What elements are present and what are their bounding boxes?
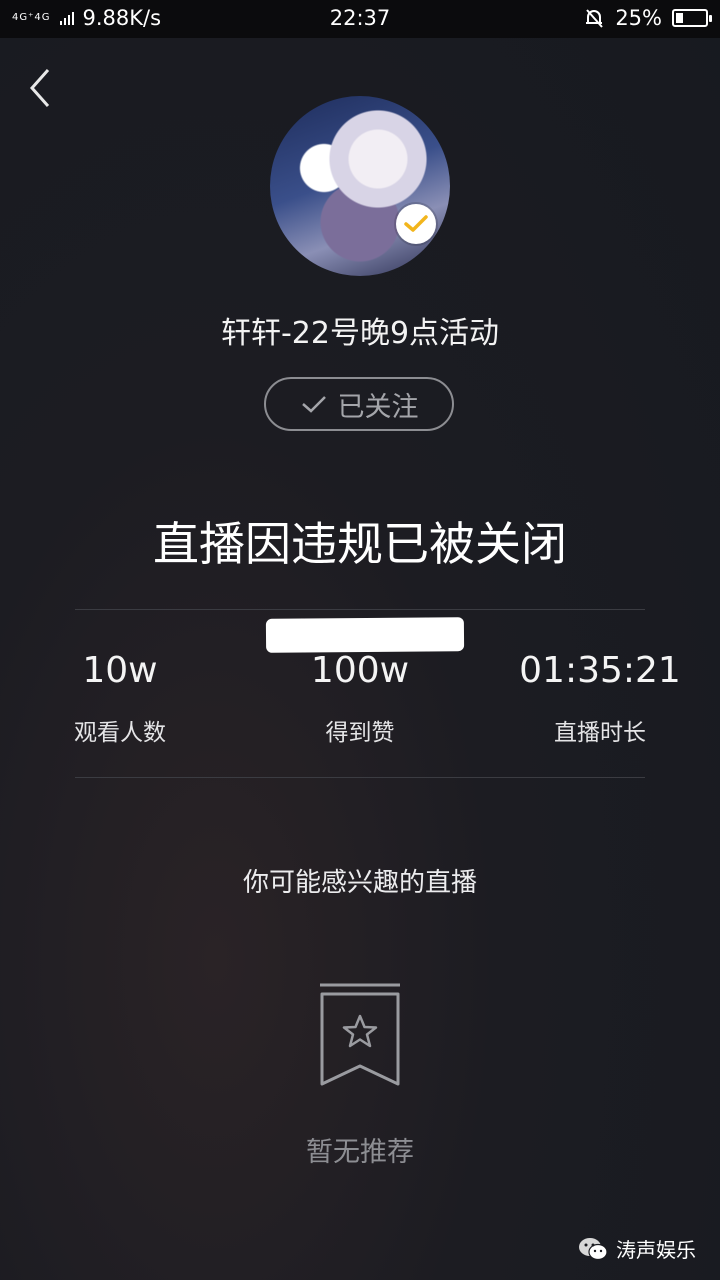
- stat-label: 得到赞: [325, 720, 395, 746]
- stats-divider-top: [75, 609, 645, 610]
- stat-value: 10w: [82, 650, 158, 691]
- wechat-icon: [579, 1237, 608, 1260]
- no-recommendations-text: 暂无推荐: [306, 1137, 414, 1168]
- stat-label: 观看人数: [74, 720, 166, 746]
- battery-fill: [676, 13, 683, 23]
- check-badge-icon: [404, 215, 428, 232]
- bell-off-icon: [586, 9, 604, 28]
- redaction-mark: [265, 617, 465, 653]
- status-bar: 4G⁺4G 9.88K/s 22:37 25%: [0, 0, 720, 38]
- status-right: 25%: [583, 6, 712, 30]
- streamer-avatar[interactable]: [270, 96, 450, 276]
- stat-label: 直播时长: [554, 720, 646, 746]
- stat-duration: 01:35:21 直播时长: [480, 650, 720, 747]
- chevron-left-icon: [29, 69, 50, 107]
- stats-divider-bottom: [75, 777, 645, 778]
- stat-value: 100w: [310, 650, 410, 691]
- stat-value: 01:35:21: [519, 650, 681, 691]
- recommendations-title: 你可能感兴趣的直播: [242, 868, 477, 898]
- followed-button[interactable]: 已关注: [264, 377, 454, 431]
- verified-badge: [396, 204, 436, 244]
- stat-likes: 100w 得到赞: [240, 650, 480, 747]
- stream-closed-message: 直播因违规已被关闭: [153, 517, 567, 571]
- bookmark-star-icon: [320, 983, 400, 1086]
- watermark: 涛声娱乐: [578, 1234, 696, 1263]
- check-icon: [301, 396, 326, 413]
- followed-label: 已关注: [337, 391, 419, 423]
- stat-viewers: 10w 观看人数: [0, 650, 240, 747]
- streamer-name: 轩轩-22号晚9点活动: [220, 316, 500, 351]
- back-button[interactable]: [24, 66, 60, 110]
- watermark-text: 涛声娱乐: [616, 1238, 696, 1262]
- battery-icon: [672, 9, 712, 27]
- battery-percent: 25%: [615, 6, 662, 30]
